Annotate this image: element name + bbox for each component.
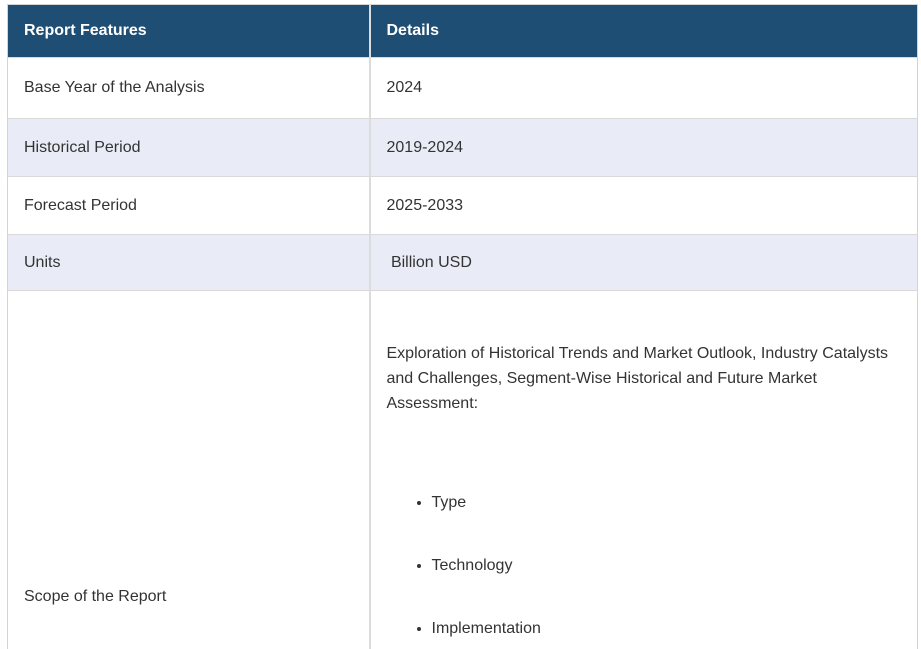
feature-cell: Units bbox=[7, 234, 370, 291]
table-row-scope: Scope of the Report Exploration of Histo… bbox=[7, 290, 918, 649]
scope-bullet-item: Implementation bbox=[432, 615, 902, 642]
scope-intro-text: Exploration of Historical Trends and Mar… bbox=[386, 345, 889, 412]
detail-cell: Exploration of Historical Trends and Mar… bbox=[368, 290, 918, 649]
feature-cell: Forecast Period bbox=[7, 176, 370, 235]
scope-bullet-item: Technology bbox=[432, 552, 902, 579]
detail-cell: Billion USD bbox=[368, 234, 918, 291]
scope-bullet-item: Type bbox=[432, 489, 902, 516]
table-row-units: Units Billion USD bbox=[7, 234, 918, 291]
column-header-details: Details bbox=[368, 4, 918, 58]
table-header-row: Report Features Details bbox=[7, 4, 918, 58]
feature-cell: Base Year of the Analysis bbox=[7, 57, 370, 119]
feature-cell: Historical Period bbox=[7, 118, 370, 177]
table-row-historical-period: Historical Period 2019-2024 bbox=[7, 118, 918, 177]
table-row-base-year: Base Year of the Analysis 2024 bbox=[7, 57, 918, 119]
detail-cell: 2019-2024 bbox=[368, 118, 918, 177]
detail-cell: 2025-2033 bbox=[368, 176, 918, 235]
detail-cell: 2024 bbox=[368, 57, 918, 119]
report-features-table: Report Features Details Base Year of the… bbox=[7, 4, 918, 649]
feature-cell: Scope of the Report bbox=[7, 290, 370, 649]
scope-bullet-list: Type Technology Implementation Receiver … bbox=[387, 453, 902, 649]
page: Report Features Details Base Year of the… bbox=[0, 0, 921, 649]
column-header-report-features: Report Features bbox=[7, 4, 370, 58]
table-row-forecast-period: Forecast Period 2025-2033 bbox=[7, 176, 918, 235]
